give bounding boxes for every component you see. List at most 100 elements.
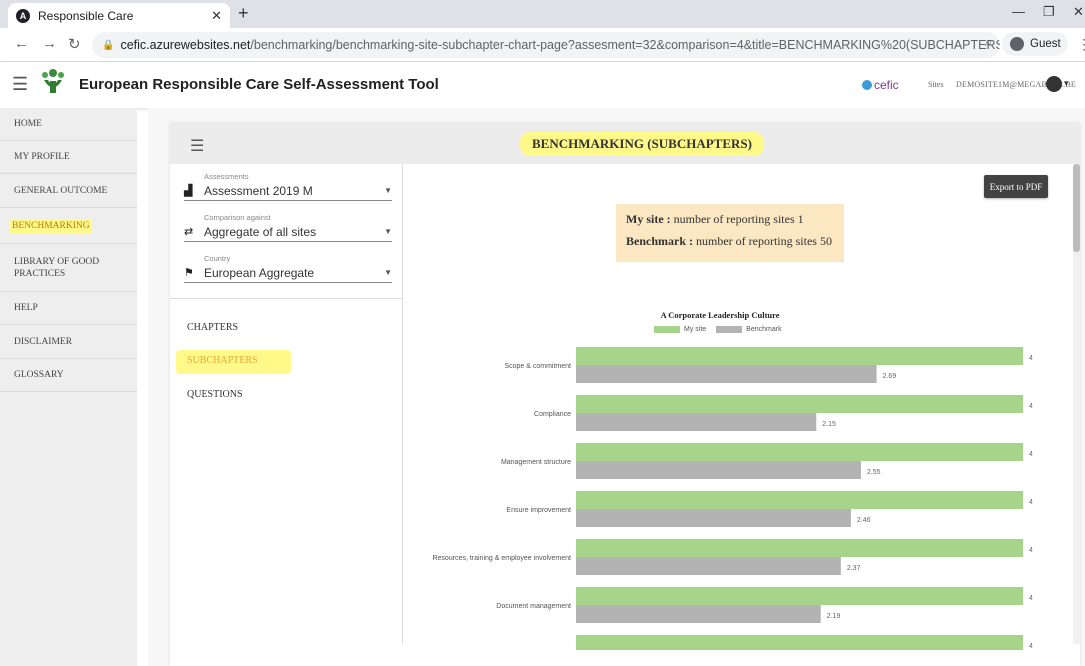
url-host: cefic.azurewebsites.net [120, 38, 251, 52]
sidebar-item-label: LIBRARY OF GOOD PRACTICES [14, 256, 100, 279]
chevron-down-icon: ▼ [384, 268, 392, 277]
bar-value-label: 2.46 [857, 517, 871, 524]
zoom-search-icon[interactable]: ⌕ [985, 34, 992, 50]
tab-title: Responsible Care [38, 8, 134, 23]
scrollbar-thumb[interactable] [1073, 164, 1080, 252]
bar-my-site[interactable] [576, 395, 1023, 413]
bar-value-label: 4 [1029, 355, 1033, 362]
responsible-care-logo [42, 69, 64, 93]
benchmark-bar-chart: Scope & commitment 4 2.69 Compliance 4 2.15 Ma… [432, 347, 1033, 650]
sidebar-item-disclaimer[interactable]: DISCLAIMER [0, 325, 137, 359]
reporting-info-box: My site : number of reporting sites 1 Be… [616, 204, 844, 262]
minimize-icon[interactable]: — [1012, 4, 1025, 19]
bar-value-label: 2.15 [822, 421, 836, 428]
browser-tabstrip: A Responsible Care ✕ + — ❐ ✕ [0, 0, 1085, 28]
export-pdf-button[interactable]: Export to PDF [984, 175, 1048, 198]
nav-subchapters[interactable]: SUBCHAPTERS [187, 355, 258, 366]
back-icon[interactable]: ← [14, 35, 29, 52]
nav-chapters[interactable]: CHAPTERS [187, 322, 238, 333]
nav-questions[interactable]: QUESTIONS [187, 389, 243, 400]
reload-icon[interactable]: ↻ [68, 35, 81, 53]
sidebar-item-label: HOME [14, 119, 42, 129]
bar-value-label: 2.37 [847, 565, 861, 572]
profile-button[interactable]: Guest [1002, 32, 1068, 56]
sidebar-item-label: GENERAL OUTCOME [14, 185, 108, 196]
restore-icon[interactable]: ❐ [1043, 4, 1055, 20]
bar-my-site[interactable] [576, 539, 1023, 557]
chevron-down-icon: ▼ [384, 227, 392, 236]
comparison-select[interactable]: Comparison against ⇄ Aggregate of all si… [184, 213, 392, 242]
cefic-logo: cefic [862, 78, 899, 92]
panel-menu-icon[interactable]: ☰ [190, 136, 204, 156]
sidebar-item-label: BENCHMARKING [10, 218, 92, 233]
sidebar-item-benchmarking[interactable]: BENCHMARKING [0, 208, 137, 244]
bar-my-site[interactable] [576, 443, 1023, 461]
assessments-select[interactable]: Assessments ▟ Assessment 2019 M ▼ [184, 172, 392, 201]
bar-value-label: 4 [1029, 499, 1033, 506]
sidebar-item-help[interactable]: HELP [0, 292, 137, 325]
sidebar-item-glossary[interactable]: GLOSSARY [0, 359, 137, 392]
category-label: Document management [496, 603, 571, 610]
country-value: European Aggregate [204, 265, 315, 280]
country-select[interactable]: Country ⚑ European Aggregate ▼ [184, 254, 392, 283]
bar-value-label: 4 [1029, 451, 1033, 458]
bar-value-label: 2.19 [827, 613, 841, 620]
sidebar-item-label: HELP [14, 303, 38, 313]
sites-link[interactable]: Sites [928, 80, 944, 89]
comparison-label: Comparison against [204, 213, 271, 222]
benchmark-text: number of reporting sites 50 [696, 234, 832, 248]
category-label: Scope & commitment [504, 363, 571, 370]
my-site-text: number of reporting sites 1 [673, 212, 804, 226]
bar-benchmark[interactable] [576, 605, 821, 623]
angular-favicon-icon: A [16, 8, 30, 23]
bar-value-label: 2.55 [867, 469, 881, 476]
account-caret-icon[interactable]: ▾ [1064, 78, 1069, 89]
app-title: European Responsible Care Self-Assessmen… [79, 76, 439, 93]
bar-benchmark[interactable] [576, 557, 841, 575]
bar-benchmark[interactable] [576, 461, 861, 479]
browser-menu-icon[interactable]: ⋮ [1077, 36, 1085, 53]
url-input[interactable]: 🔒 cefic.azurewebsites.net/benchmarking/b… [92, 32, 1000, 58]
assessments-value: Assessment 2019 M [204, 183, 313, 198]
bar-benchmark[interactable] [576, 365, 877, 383]
bar-my-site[interactable] [576, 491, 1023, 509]
bar-benchmark[interactable] [576, 413, 817, 431]
app-header: ☰ European Responsible Care Self-Assessm… [0, 62, 1085, 108]
sidebar-item-my-profile[interactable]: MY PROFILE [0, 141, 137, 174]
bar-value-label: 4 [1029, 547, 1033, 554]
cefic-mark-icon [862, 80, 872, 90]
sidebar-item-label: DISCLAIMER [14, 336, 73, 347]
panel-divider [170, 298, 402, 299]
sidebar: HOME MY PROFILE GENERAL OUTCOME BENCHMAR… [0, 108, 137, 666]
tab-close-icon[interactable]: ✕ [211, 8, 222, 24]
menu-icon[interactable]: ☰ [12, 74, 28, 95]
bar-benchmark[interactable] [576, 509, 851, 527]
compare-arrows-icon: ⇄ [184, 226, 194, 238]
window-close-icon[interactable]: ✕ [1073, 4, 1084, 20]
benchmark-label: Benchmark : [626, 234, 693, 248]
sidebar-item-home[interactable]: HOME [0, 108, 137, 141]
sidebar-item-library[interactable]: LIBRARY OF GOOD PRACTICES [0, 244, 137, 292]
profile-icon [1010, 37, 1024, 51]
profile-label: Guest [1030, 38, 1061, 50]
chevron-down-icon: ▼ [384, 186, 392, 195]
browser-tab[interactable]: A Responsible Care ✕ [8, 3, 230, 28]
forward-icon[interactable]: → [42, 35, 57, 52]
account-icon[interactable] [1046, 76, 1062, 92]
category-label: Ensure improvement [506, 507, 571, 514]
bar-my-site[interactable] [576, 347, 1023, 365]
bar-my-site[interactable] [576, 587, 1023, 605]
bar-my-site[interactable] [576, 635, 1023, 650]
bar-value-label: 2.69 [883, 373, 897, 380]
sidebar-item-label: GLOSSARY [14, 370, 64, 380]
sidebar-item-general-outcome[interactable]: GENERAL OUTCOME [0, 174, 137, 208]
comparison-value: Aggregate of all sites [204, 224, 317, 239]
bar-value-label: 4 [1029, 643, 1033, 650]
my-site-label: My site : [626, 212, 671, 226]
lock-icon: 🔒 [102, 39, 115, 51]
address-bar-row: ← → ↻ 🔒 cefic.azurewebsites.net/benchmar… [0, 28, 1085, 62]
new-tab-icon[interactable]: + [238, 3, 249, 24]
bar-value-label: 4 [1029, 595, 1033, 602]
bar-chart-icon: ▟ [184, 185, 193, 197]
bar-value-label: 4 [1029, 403, 1033, 410]
